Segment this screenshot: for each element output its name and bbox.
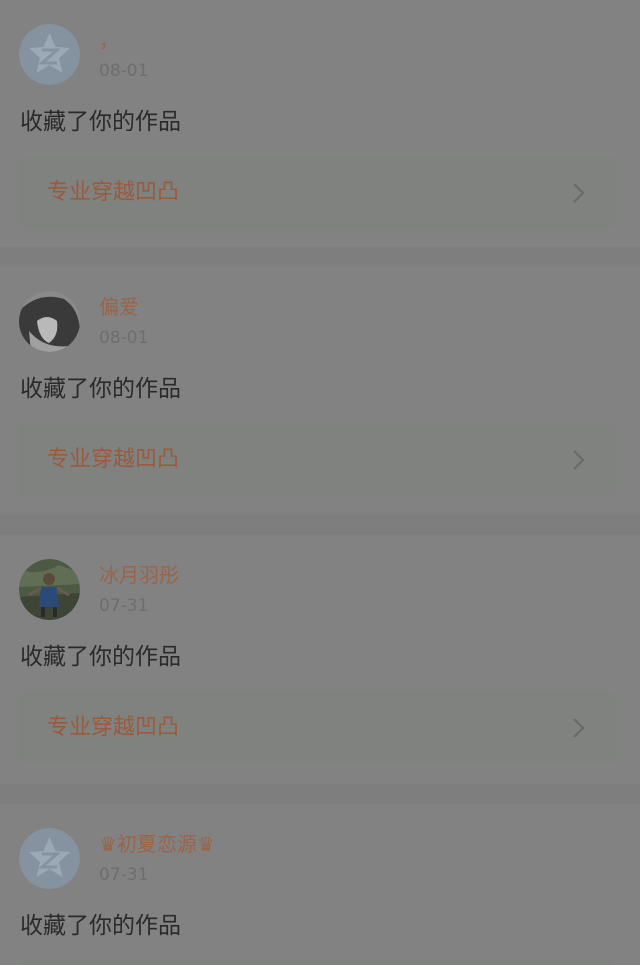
activity-text: 收藏了你的作品 <box>20 644 181 670</box>
timestamp: 08-01 <box>99 328 149 348</box>
avatar[interactable] <box>19 828 80 889</box>
activity-text: 收藏了你的作品 <box>20 913 181 939</box>
feed-item[interactable]: 冰月羽彤 07-31 收藏了你的作品 专业穿越凹凸 <box>0 535 640 784</box>
work-title: 专业穿越凹凸 <box>47 715 180 740</box>
user-name[interactable]: ♛初夏恋源♛ <box>99 831 215 857</box>
user-photo-icon <box>19 559 80 620</box>
activity-text: 收藏了你的作品 <box>20 376 181 402</box>
timestamp: 07-31 <box>99 596 149 616</box>
work-title: 专业穿越凹凸 <box>47 180 180 205</box>
qzone-avatar-icon <box>19 24 80 85</box>
chevron-right-icon <box>569 182 589 204</box>
work-link-card[interactable]: 专业穿越凹凸 <box>19 156 615 229</box>
work-link-card[interactable] <box>19 959 615 965</box>
work-link-card[interactable]: 专业穿越凹凸 <box>19 423 615 496</box>
timestamp: 07-31 <box>99 865 149 885</box>
feed-item[interactable]: ♛初夏恋源♛ 07-31 收藏了你的作品 <box>0 804 640 965</box>
work-title: 专业穿越凹凸 <box>47 447 180 472</box>
work-link-card[interactable]: 专业穿越凹凸 <box>19 691 615 764</box>
feed-item[interactable]: 偏爱 08-01 收藏了你的作品 专业穿越凹凸 <box>0 267 640 515</box>
avatar[interactable] <box>19 559 80 620</box>
user-name[interactable]: ， <box>99 27 119 53</box>
feed-item[interactable]: ， 08-01 收藏了你的作品 专业穿越凹凸 <box>0 0 640 247</box>
avatar[interactable] <box>19 24 80 85</box>
chevron-right-icon <box>569 449 589 471</box>
timestamp: 08-01 <box>99 61 149 81</box>
user-name[interactable]: 偏爱 <box>99 294 139 320</box>
user-name[interactable]: 冰月羽彤 <box>99 562 179 588</box>
chevron-right-icon <box>569 717 589 739</box>
activity-text: 收藏了你的作品 <box>20 109 181 135</box>
user-photo-icon <box>19 291 80 352</box>
avatar[interactable] <box>19 291 80 352</box>
qzone-avatar-icon <box>19 828 80 889</box>
